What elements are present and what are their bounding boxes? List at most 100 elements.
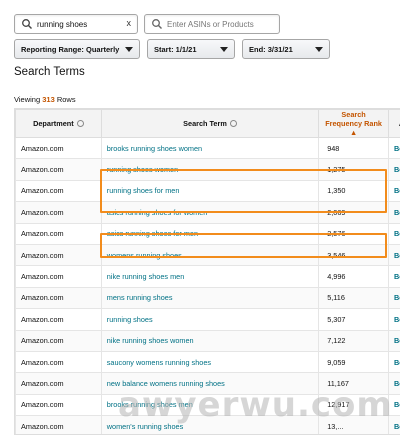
department-cell: Amazon.com [15, 372, 102, 395]
department-cell: Amazon.com [15, 136, 102, 160]
partial-column-link[interactable]: Bo [388, 415, 400, 434]
rows-info: Viewing 313 Rows [14, 95, 76, 104]
department-cell: Amazon.com [15, 329, 102, 352]
rows-info-suffix: Rows [56, 95, 76, 104]
asin-input[interactable]: Enter ASINs or Products [144, 14, 280, 34]
search-term-link[interactable]: asics running shoes for women [100, 201, 320, 224]
search-term-link[interactable]: nike running shoes women [100, 329, 320, 352]
table-row: Amazon.com brooks running shoes men 12,917… [15, 393, 400, 417]
table-row: Amazon.comrunning shoes women1,275Bo [15, 158, 400, 181]
partial-column-link[interactable]: Bo [388, 201, 400, 224]
partial-column-link[interactable]: Bo [388, 222, 400, 245]
rows-count: 313 [42, 95, 55, 104]
reporting-range-dropdown[interactable]: Reporting Range: Quarterly [14, 39, 140, 59]
search-term-link[interactable]: brooks running shoes women [100, 136, 320, 160]
search-terms-table: Department Search Term Search Frequency … [14, 108, 400, 435]
partial-column-link[interactable]: Bo [388, 243, 400, 267]
department-cell: Amazon.com [15, 179, 102, 203]
table-row: Amazon.com asics running shoes for men 2,5… [15, 222, 400, 245]
chevron-down-icon [125, 46, 133, 52]
search-icon [22, 19, 32, 29]
department-cell: Amazon.com [15, 222, 102, 245]
search-bar: running shoes x Enter ASINs or Products [14, 14, 400, 36]
department-cell: Amazon.com [15, 201, 102, 224]
department-cell: Amazon.com [15, 393, 102, 417]
search-term-link[interactable]: mens running shoes [100, 286, 320, 310]
search-frequency-rank-cell: 11,167 [318, 372, 390, 395]
partial-column-link[interactable]: Bo [388, 286, 400, 310]
partial-column-link[interactable]: Bo [388, 179, 400, 203]
start-date-label: Start: 1/1/21 [154, 44, 197, 54]
search-term-link[interactable]: new balance womens running shoes [100, 372, 320, 395]
search-frequency-rank-cell: 12,917 [318, 393, 390, 417]
search-frequency-rank-cell: 1,275 [318, 158, 390, 181]
search-frequency-rank-cell: 4,996 [318, 265, 390, 288]
column-header-partial[interactable]: A [388, 109, 400, 138]
search-frequency-rank-cell: 2,576 [318, 222, 390, 245]
column-header-department[interactable]: Department [15, 109, 102, 138]
search-frequency-rank-cell: 3,546 [318, 243, 390, 267]
info-icon[interactable] [229, 120, 237, 127]
column-header-label: Search Term [183, 119, 227, 128]
department-cell: Amazon.com [15, 158, 102, 181]
partial-column-link[interactable]: Bo [388, 158, 400, 181]
table-row: Amazon.com saucony womens running shoes 9,… [15, 350, 400, 374]
search-frequency-rank-cell: 13,... [318, 415, 390, 434]
end-date-dropdown[interactable]: End: 3/31/21 [242, 39, 330, 59]
partial-column-link[interactable]: Bo [388, 372, 400, 395]
column-header-search-frequency-rank[interactable]: Search Frequency Rank ▲ [318, 109, 390, 138]
table-row: Amazon.com asics running shoes for women 2… [15, 201, 400, 224]
table-row: Amazon.comrunning shoes for men1,350Bo [15, 179, 400, 203]
chevron-down-icon [315, 46, 323, 52]
search-frequency-rank-cell: 7,122 [318, 329, 390, 352]
partial-column-link[interactable]: Bo [388, 265, 400, 288]
search-frequency-rank-cell: 9,059 [318, 350, 390, 374]
partial-column-link[interactable]: Bo [388, 308, 400, 331]
search-term-link[interactable]: running shoes for men [100, 179, 320, 203]
search-input-value: running shoes [37, 19, 88, 29]
sort-ascending-icon: ▲ [349, 128, 358, 137]
chevron-down-icon [220, 46, 228, 52]
partial-column-link[interactable]: Bo [388, 136, 400, 160]
search-frequency-rank-cell: 948 [318, 136, 390, 160]
table-row: Amazon.comwomen's running shoes13,...Bo [15, 415, 400, 434]
column-header-search-term[interactable]: Search Term [100, 109, 320, 138]
asin-input-placeholder: Enter ASINs or Products [167, 19, 254, 29]
table-body: Amazon.com brooks running shoes women 948 B… [15, 136, 400, 434]
info-icon[interactable] [76, 120, 84, 127]
search-term-link[interactable]: brooks running shoes men [100, 393, 320, 417]
department-cell: Amazon.com [15, 243, 102, 267]
table-row: Amazon.comwomens running shoes3,546Bo [15, 243, 400, 267]
partial-column-link[interactable]: Bo [388, 393, 400, 417]
search-term-link[interactable]: nike running shoes men [100, 265, 320, 288]
start-date-dropdown[interactable]: Start: 1/1/21 [147, 39, 235, 59]
search-term-link[interactable]: running shoes [100, 308, 320, 331]
search-term-link[interactable]: saucony womens running shoes [100, 350, 320, 374]
search-term-link[interactable]: asics running shoes for men [100, 222, 320, 245]
rows-info-prefix: Viewing [14, 95, 41, 104]
search-frequency-rank-cell: 5,116 [318, 286, 390, 310]
partial-column-link[interactable]: Bo [388, 329, 400, 352]
search-frequency-rank-cell: 2,069 [318, 201, 390, 224]
search-frequency-rank-cell: 5,307 [318, 308, 390, 331]
search-frequency-rank-cell: 1,350 [318, 179, 390, 203]
department-cell: Amazon.com [15, 286, 102, 310]
partial-column-link[interactable]: Bo [388, 350, 400, 374]
department-cell: Amazon.com [15, 350, 102, 374]
page-title: Search Terms [14, 66, 85, 78]
department-cell: Amazon.com [15, 415, 102, 434]
search-input[interactable]: running shoes x [14, 14, 138, 34]
search-term-link[interactable]: running shoes women [100, 158, 320, 181]
table-row: Amazon.com brooks running shoes women 948 B… [15, 136, 400, 160]
table-row: Amazon.comnike running shoes men4,996Bo [15, 265, 400, 288]
column-header-label: Department [33, 119, 74, 128]
search-term-link[interactable]: womens running shoes [100, 243, 320, 267]
reporting-range-label: Reporting Range: Quarterly [21, 44, 120, 54]
end-date-label: End: 3/31/21 [249, 44, 293, 54]
filter-bar: Reporting Range: Quarterly Start: 1/1/21… [14, 39, 400, 59]
search-term-link[interactable]: women's running shoes [100, 415, 320, 434]
table-row: Amazon.commens running shoes5,116Bo [15, 286, 400, 310]
column-header-label: Search Frequency Rank [325, 110, 382, 128]
table-row: Amazon.com nike running shoes women 7,122 B… [15, 329, 400, 352]
clear-search-icon[interactable]: x [127, 18, 132, 28]
